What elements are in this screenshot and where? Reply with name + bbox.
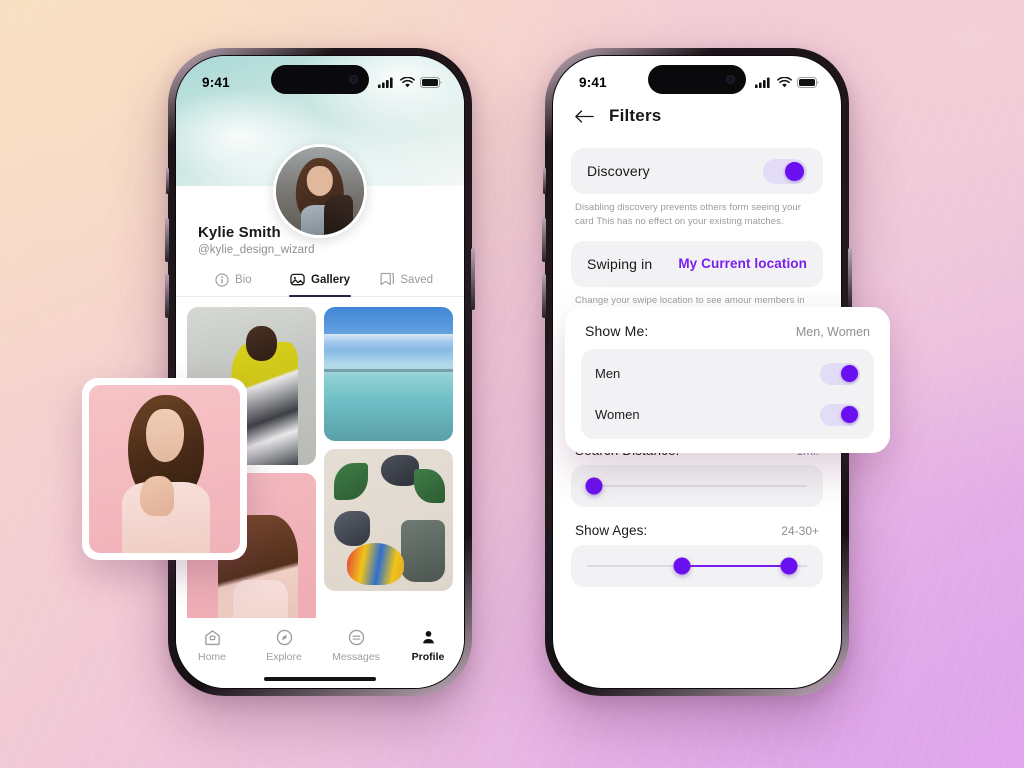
show-me-men-toggle[interactable] (820, 362, 860, 385)
nav-messages[interactable]: Messages (320, 628, 392, 663)
show-me-women-label: Women (595, 407, 640, 422)
volume-up-button-right[interactable] (542, 218, 546, 262)
wifi-icon (777, 76, 792, 87)
show-ages-value: 24-30+ (781, 524, 819, 539)
status-time: 9:41 (202, 74, 230, 90)
discovery-label: Discovery (587, 163, 650, 179)
profile-tabs: Bio Gallery Saved (176, 272, 464, 297)
discovery-toggle[interactable] (763, 158, 807, 184)
age-range-fill (681, 565, 790, 568)
image-icon (290, 273, 305, 286)
age-max-thumb[interactable] (780, 557, 798, 575)
battery-icon (420, 76, 442, 88)
mute-switch[interactable] (166, 168, 169, 194)
status-time-right: 9:41 (579, 74, 607, 90)
mute-switch-right[interactable] (543, 168, 546, 194)
info-circle-icon (215, 272, 229, 287)
battery-icon (797, 76, 819, 88)
nav-home[interactable]: Home (176, 628, 248, 663)
featured-photo-card[interactable] (82, 378, 247, 560)
cellular-bars-icon (755, 77, 770, 88)
show-me-women-toggle[interactable] (820, 403, 860, 426)
show-me-options: Men Women (581, 349, 874, 439)
show-ages-label: Show Ages: (575, 523, 648, 539)
nav-explore-label: Explore (266, 651, 302, 663)
swiping-in-value[interactable]: My Current location (678, 256, 807, 271)
home-indicator (264, 676, 376, 681)
show-me-card: Show Me: Men, Women Men Women (565, 307, 890, 453)
bookmark-icon (380, 272, 395, 286)
home-icon (204, 630, 220, 646)
nav-profile[interactable]: Profile (392, 628, 464, 663)
page-title: Filters (609, 106, 662, 125)
show-me-option-women[interactable]: Women (595, 394, 860, 435)
nav-profile-label: Profile (411, 651, 445, 663)
show-ages-slider[interactable] (571, 545, 823, 588)
profile-screen: 9:41 Kylie Smith @kylie_design_wizard Bi… (175, 55, 465, 689)
cellular-bars-icon (378, 77, 393, 88)
power-button[interactable] (471, 248, 475, 310)
show-me-men-label: Men (595, 366, 621, 381)
show-me-title: Show Me: (585, 323, 649, 339)
volume-down-button-right[interactable] (542, 274, 546, 318)
tab-bio[interactable]: Bio (190, 272, 277, 296)
phone-mockup-profile: 9:41 Kylie Smith @kylie_design_wizard Bi… (165, 48, 475, 696)
bottom-navigation: Home Explore Messages Profile (176, 618, 464, 688)
show-me-option-men[interactable]: Men (595, 353, 860, 394)
swiping-in-label: Swiping in (587, 255, 653, 272)
beach-ocean-photo[interactable] (324, 307, 453, 441)
discovery-row[interactable]: Discovery (571, 148, 823, 194)
discovery-help-text: Disabling discovery prevents others form… (575, 202, 801, 227)
swiping-in-row[interactable]: Swiping in My Current location (571, 240, 823, 287)
tab-saved-label: Saved (400, 273, 433, 286)
show-me-summary: Men, Women (795, 325, 870, 339)
show-ages-section: Show Ages: 24-30+ (571, 523, 823, 588)
nav-messages-label: Messages (332, 651, 380, 663)
search-distance-thumb[interactable] (585, 477, 603, 495)
wifi-icon (400, 76, 415, 87)
volume-up-button[interactable] (165, 218, 169, 262)
compass-icon (276, 629, 292, 646)
power-button-right[interactable] (848, 248, 852, 310)
volume-down-button[interactable] (165, 274, 169, 318)
person-icon (422, 631, 434, 644)
nav-home-label: Home (197, 651, 226, 663)
dynamic-island-right (648, 65, 746, 94)
profile-avatar[interactable] (273, 144, 367, 238)
tab-gallery-label: Gallery (311, 273, 350, 286)
search-distance-slider[interactable] (571, 465, 823, 508)
tab-saved[interactable]: Saved (363, 272, 450, 296)
dynamic-island (271, 65, 369, 94)
age-min-thumb[interactable] (673, 557, 691, 575)
arrow-left-icon[interactable] (575, 109, 595, 124)
nav-explore[interactable]: Explore (248, 628, 320, 663)
tab-bio-label: Bio (235, 273, 252, 286)
featured-photo (89, 385, 240, 553)
profile-handle: @kylie_design_wizard (198, 244, 315, 256)
chat-icon (348, 629, 364, 646)
tab-gallery[interactable]: Gallery (277, 272, 364, 297)
accessories-flatlay-photo[interactable] (324, 449, 453, 591)
